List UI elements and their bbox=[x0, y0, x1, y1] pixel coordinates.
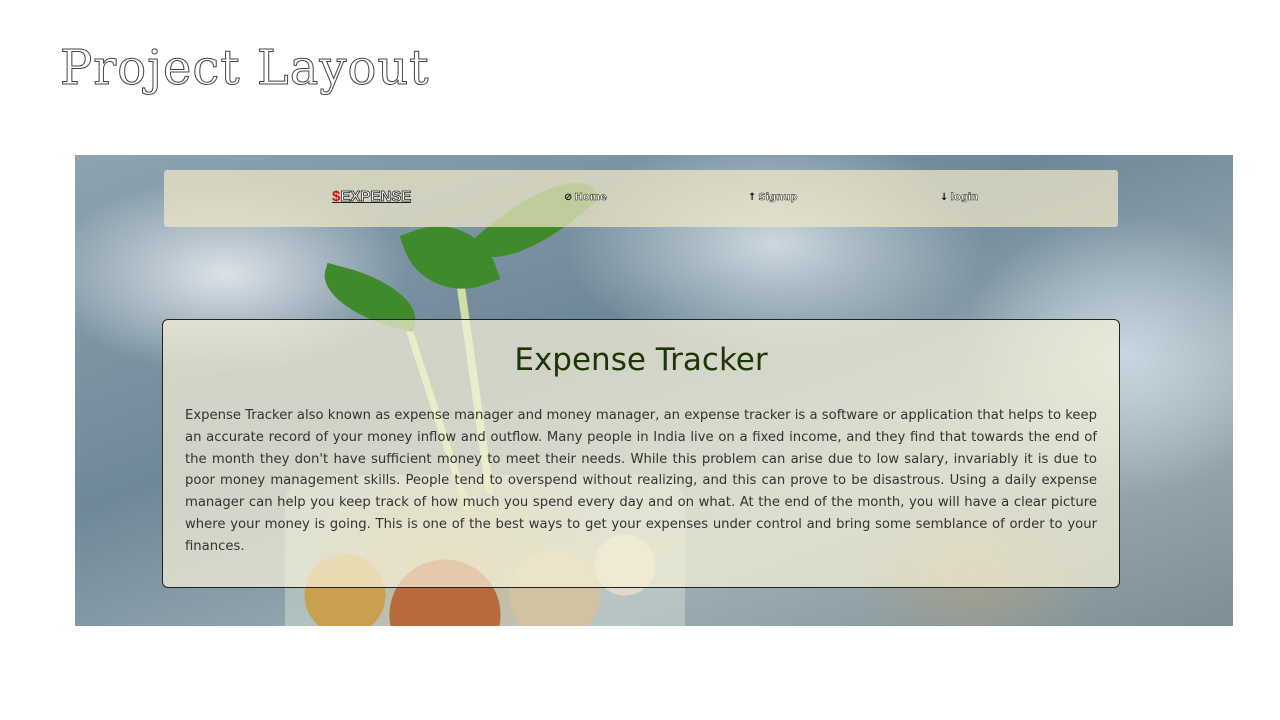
arrow-up-icon: ↑ bbox=[748, 192, 757, 203]
nav-login-link[interactable]: ↓ login bbox=[940, 192, 979, 204]
nav-login-label: login bbox=[950, 192, 979, 204]
slide-title: Project Layout bbox=[60, 40, 430, 97]
website-screenshot: $EXPENSE ⊘ Home ↑ Signup ↓ login Expense Tr… bbox=[75, 155, 1233, 626]
about-card: Expense Tracker Expense Tracker also kno… bbox=[162, 319, 1120, 588]
card-description: Expense Tracker also known as expense ma… bbox=[185, 408, 1097, 554]
nav-home-label: Home bbox=[574, 192, 607, 204]
nav-signup-link[interactable]: ↑ Signup bbox=[748, 192, 798, 204]
brand-logo[interactable]: $EXPENSE bbox=[332, 188, 412, 206]
arrow-down-icon: ↓ bbox=[940, 192, 949, 203]
card-title: Expense Tracker bbox=[514, 342, 768, 378]
nav-signup-label: Signup bbox=[758, 192, 798, 204]
navbar: $EXPENSE ⊘ Home ↑ Signup ↓ login bbox=[164, 170, 1118, 227]
nav-home-link[interactable]: ⊘ Home bbox=[564, 192, 607, 204]
brand-text: EXPENSE bbox=[340, 188, 412, 206]
home-icon: ⊘ bbox=[564, 192, 573, 203]
